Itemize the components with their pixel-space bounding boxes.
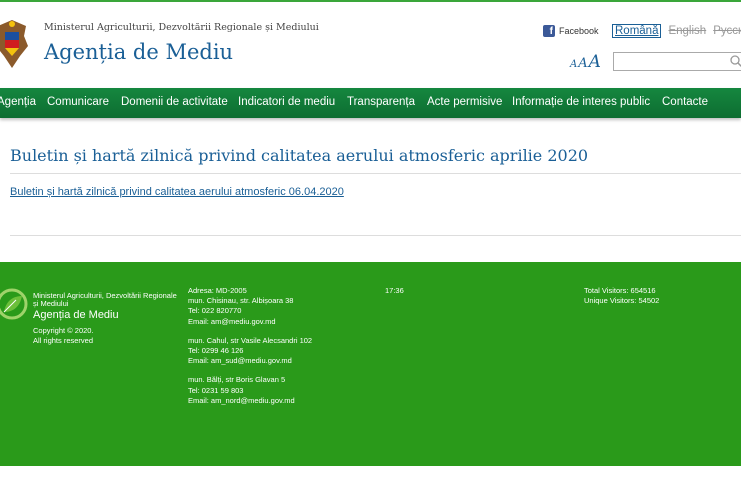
address-line: mun. Cahul, str Vasile Alecsandri 102 xyxy=(188,335,313,345)
address-email: Email: am_nord@mediu.gov.md xyxy=(188,395,295,405)
search-input[interactable] xyxy=(613,52,741,71)
bulletin-link[interactable]: Buletin și hartă zilnică privind calitat… xyxy=(10,186,344,198)
nav-item-informatie[interactable]: Informație de interes public xyxy=(512,96,650,108)
font-size-switcher: AAA xyxy=(570,52,602,72)
site-header: Ministerul Agriculturii, Dezvoltării Reg… xyxy=(0,2,741,86)
total-visitors: Total Visitors: 654516 xyxy=(584,286,656,295)
address-line: mun. Bălți, str Boris Glavan 5 xyxy=(188,375,286,385)
rights-text: All rights reserved xyxy=(33,336,94,345)
nav-item-agentia[interactable]: Agenția xyxy=(0,96,36,108)
facebook-link[interactable]: f Facebook xyxy=(543,25,599,37)
nav-item-indicatori[interactable]: Indicatori de mediu xyxy=(238,96,335,108)
nav-item-contacte[interactable]: Contacte xyxy=(662,96,708,108)
facebook-icon: f xyxy=(543,25,555,37)
address-phone: Tel: 0299 46 126 xyxy=(188,346,244,356)
nav-item-comunicare[interactable]: Comunicare xyxy=(47,96,109,108)
address-block-balti: mun. Bălți, str Boris Glavan 5 Tel: 0231… xyxy=(188,375,312,406)
nav-item-acte[interactable]: Acte permisive xyxy=(427,96,502,108)
font-size-medium[interactable]: A xyxy=(578,56,587,71)
footer-logo-icon xyxy=(0,288,28,320)
footer-addresses: Adresa: MD-2005 mun. Chisinau, str. Albi… xyxy=(188,286,312,415)
facebook-label: Facebook xyxy=(559,26,599,36)
visitor-counter: Total Visitors: 654516 Unique Visitors: … xyxy=(584,286,659,306)
address-email: Email: am_sud@mediu.gov.md xyxy=(188,356,292,366)
footer-agency: Agenția de Mediu xyxy=(33,309,119,321)
address-email: Email: am@mediu.gov.md xyxy=(188,316,276,326)
main-nav: Agenția Comunicare Domenii de activitate… xyxy=(0,88,741,118)
lang-ru[interactable]: Русский xyxy=(713,24,741,38)
nav-item-domenii[interactable]: Domenii de activitate xyxy=(121,96,228,108)
lang-en[interactable]: English xyxy=(668,24,706,38)
page-title: Buletin și hartă zilnică privind calitat… xyxy=(10,146,589,165)
footer-ministry: Ministerul Agriculturii, Dezvoltării Reg… xyxy=(33,291,177,308)
address-line: Adresa: MD-2005 xyxy=(188,286,247,295)
lang-ro[interactable]: Română xyxy=(612,24,662,38)
address-block-cahul: mun. Cahul, str Vasile Alecsandri 102 Te… xyxy=(188,336,312,367)
coat-of-arms-icon[interactable] xyxy=(0,16,30,72)
font-size-small[interactable]: A xyxy=(570,59,577,70)
footer-copyright: Copyright © 2020. All rights reserved xyxy=(33,326,94,346)
address-block-chisinau: Adresa: MD-2005 mun. Chisinau, str. Albi… xyxy=(188,286,312,327)
copyright-text: Copyright © 2020. xyxy=(33,326,94,335)
footer-clock: 17:36 xyxy=(385,286,404,295)
content-divider xyxy=(10,235,741,236)
address-phone: Tel: 022 820770 xyxy=(188,306,242,316)
address-phone: Tel: 0231 59 803 xyxy=(188,385,244,395)
nav-item-transparenta[interactable]: Transparența xyxy=(347,96,415,108)
address-line: mun. Chisinau, str. Albișoara 38 xyxy=(188,296,294,306)
language-switcher: Română English Русский xyxy=(612,24,741,38)
search-icon[interactable] xyxy=(729,53,741,69)
font-size-large[interactable]: A xyxy=(589,52,601,72)
unique-visitors: Unique Visitors: 54502 xyxy=(584,296,660,306)
title-divider xyxy=(10,173,741,174)
site-title[interactable]: Agenția de Mediu xyxy=(44,40,233,64)
site-footer: Ministerul Agriculturii, Dezvoltării Reg… xyxy=(0,262,741,466)
ministry-name: Ministerul Agriculturii, Dezvoltării Reg… xyxy=(44,22,319,33)
